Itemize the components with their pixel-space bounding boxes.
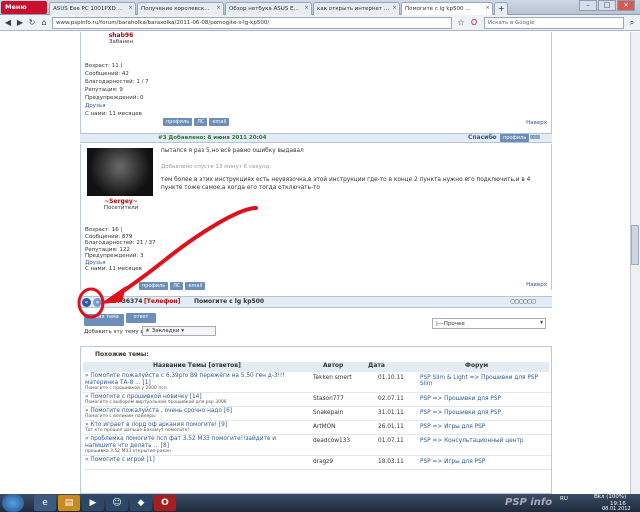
star-icon[interactable]: ☆ [455, 17, 467, 29]
close-icon[interactable]: × [485, 5, 490, 11]
clock-date: 08.01.2012 [602, 506, 631, 512]
tab-bar: Меню ASUS Eee PC 1001PXD ... × Получение … [0, 0, 640, 15]
home-icon[interactable]: ⌂ [38, 17, 50, 29]
system-tray: RU Bkл (100%) 19:16 08.01.2012 [510, 494, 640, 512]
scrollbar-thumb[interactable] [631, 225, 639, 265]
address-bar[interactable]: www.pspinfo.ru/forum/baraholka/baraxolka… [52, 17, 452, 29]
tab-1[interactable]: ASUS Eee PC 1001PXD ... × [49, 2, 136, 15]
menu-button[interactable]: Меню [1, 1, 47, 14]
opera-icon[interactable]: O [468, 17, 480, 29]
new-tab-button[interactable]: + [494, 2, 508, 15]
battery-status: Bkл (100%) [594, 494, 627, 500]
tab-label: Помогите с lg kp500 ... [405, 6, 471, 12]
minimize-icon[interactable]: – [579, 0, 597, 11]
annotation-circle [77, 287, 105, 319]
window-controls: – □ × [578, 0, 640, 13]
app-icon[interactable]: ◆ [130, 495, 152, 511]
close-icon[interactable]: × [128, 5, 133, 11]
messenger-icon[interactable]: ☺ [106, 495, 128, 511]
close-icon[interactable]: × [216, 5, 221, 11]
reload-icon[interactable]: ↻ [26, 17, 38, 29]
maximize-icon[interactable]: □ [598, 0, 616, 11]
explorer-icon[interactable]: ▤ [58, 495, 80, 511]
tab-label: ASUS Eee PC 1001PXD ... [53, 6, 123, 12]
tab-4[interactable]: как открыть интернет ... × [313, 2, 400, 15]
close-icon[interactable]: × [392, 5, 397, 11]
tab-label: как открыть интернет ... [317, 6, 390, 12]
tab-3[interactable]: Обзор нетбука ASUS E... × [225, 2, 312, 15]
forward-icon[interactable]: ▶ [14, 17, 26, 29]
page-content: shab96 Забанен Возраст: 11 | Сообщений: … [0, 32, 630, 494]
annotation-overlay [77, 206, 258, 319]
search-icon[interactable]: ⌕ [626, 17, 638, 29]
tab-5[interactable]: Помогите с lg kp500 ... × [401, 2, 493, 15]
close-window-icon[interactable]: × [617, 0, 635, 11]
language-indicator[interactable]: RU [560, 496, 568, 502]
search-input[interactable]: Искать в Google [484, 17, 624, 29]
annotation-arrow [108, 206, 258, 302]
opera-taskbar-icon[interactable]: O [154, 495, 176, 511]
navigation-bar: ◀ ▶ ↻ ⌂ www.pspinfo.ru/forum/baraholka/b… [0, 15, 640, 31]
close-icon[interactable]: × [304, 5, 309, 11]
taskbar: e ▤ ▶ ☺ ◆ O PSP info RU Bkл (100%) 19:16… [0, 494, 640, 512]
tab-label: Получение королевск... [141, 6, 210, 12]
ie-icon[interactable]: e [34, 495, 56, 511]
start-button[interactable] [2, 494, 24, 512]
back-icon[interactable]: ◀ [2, 17, 14, 29]
tab-2[interactable]: Получение королевск... × [137, 2, 224, 15]
media-player-icon[interactable]: ▶ [82, 495, 104, 511]
tab-label: Обзор нетбука ASUS E... [229, 6, 299, 12]
